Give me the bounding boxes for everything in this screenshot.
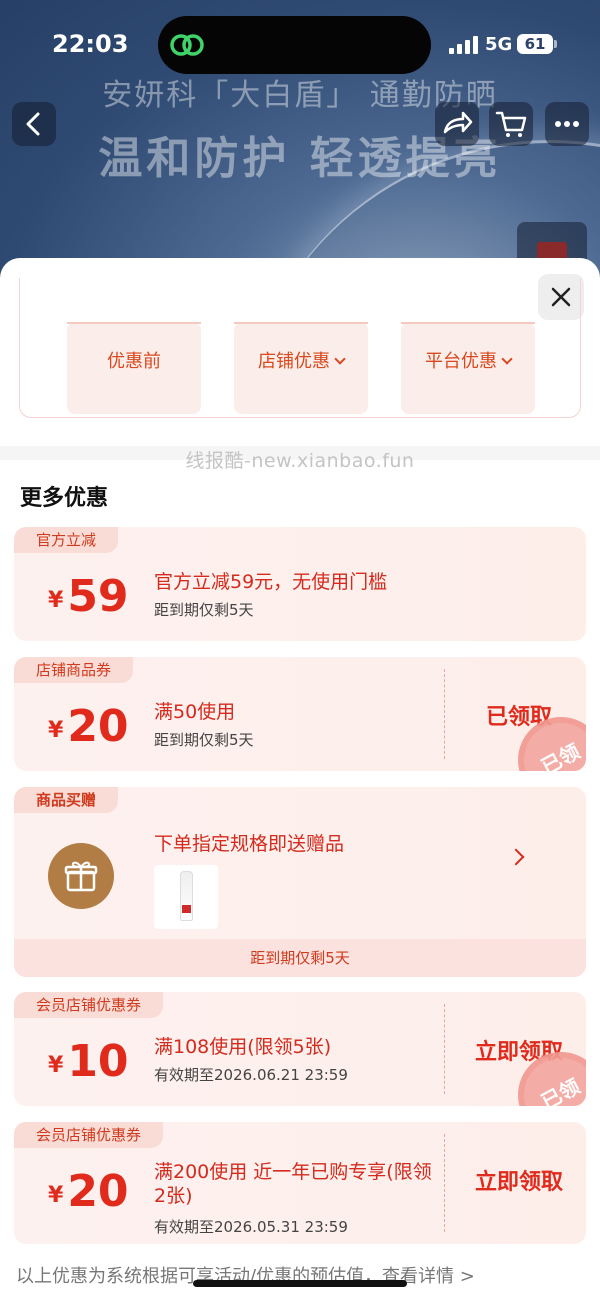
- coupon-tag: 会员店铺优惠券: [14, 992, 164, 1018]
- calc-cell-platform-discount[interactable]: 平台优惠: [401, 322, 535, 414]
- coupon-expiry: 有效期至2026.05.31 23:59: [154, 1218, 348, 1236]
- coupon-card: 官方立减 ¥59 官方立减59元，无使用门槛 距到期仅剩5天: [14, 527, 586, 641]
- coupon-card: 会员店铺优惠券 ¥20 满200使用 近一年已购专享(限领2张) 有效期至202…: [14, 1122, 586, 1244]
- battery-icon: 61: [517, 34, 553, 54]
- claim-now-button[interactable]: 立即领取: [464, 1164, 574, 1196]
- gift-badge: [48, 843, 114, 909]
- signal-icon: [449, 36, 479, 54]
- status-bar: 22:03 5G 61: [0, 0, 600, 88]
- coupon-title: 官方立减59元，无使用门槛: [154, 571, 388, 593]
- share-button[interactable]: [435, 102, 479, 146]
- gift-promo-card[interactable]: 商品买赠 下单指定规格即送赠品 距到期仅剩5天: [14, 787, 586, 977]
- chevron-right-icon[interactable]: [507, 848, 525, 866]
- coupon-amount: ¥59: [48, 571, 129, 622]
- share-icon: [443, 111, 473, 134]
- status-time: 22:03: [52, 30, 129, 58]
- chevron-down-icon: [501, 353, 513, 365]
- coupon-expiry: 有效期至2026.06.21 23:59: [154, 1066, 348, 1084]
- coupon-card: 店铺商品券 ¥20 满50使用 距到期仅剩5天 已领取 已领: [14, 657, 586, 771]
- coupon-tag: 官方立减: [14, 527, 119, 553]
- coupon-amount: ¥20: [48, 701, 129, 752]
- network-type: 5G: [485, 34, 513, 55]
- coupon-card: 会员店铺优惠券 ¥10 满108使用(限领5张) 有效期至2026.06.21 …: [14, 992, 586, 1106]
- coupon-title: 满200使用 近一年已购专享(限领2张): [154, 1161, 432, 1207]
- discount-detail-sheet: 优惠前 店铺优惠 平台优惠 线报酷-new.xianbao.fun 更多优惠 官…: [0, 258, 600, 1300]
- price-calculation-box: 优惠前 店铺优惠 平台优惠: [19, 278, 581, 418]
- cart-button[interactable]: [489, 102, 533, 146]
- more-icon: [555, 121, 579, 127]
- coupon-expiry: 距到期仅剩5天: [154, 601, 254, 619]
- calc-cell-original-price[interactable]: 优惠前: [67, 322, 201, 414]
- gift-icon: [64, 861, 98, 892]
- chevron-left-icon: [26, 112, 40, 136]
- gift-expiry: 距到期仅剩5天: [14, 939, 586, 977]
- coupon-tag: 店铺商品券: [14, 657, 134, 683]
- gift-product-thumbnail: [154, 865, 218, 929]
- coupon-title: 满108使用(限领5张): [154, 1036, 332, 1058]
- coupon-amount: ¥10: [48, 1036, 129, 1087]
- coupon-title: 满50使用: [154, 701, 236, 723]
- coupon-expiry: 距到期仅剩5天: [154, 731, 254, 749]
- back-button[interactable]: [12, 102, 56, 146]
- gift-title: 下单指定规格即送赠品: [154, 833, 345, 855]
- coupon-tag: 商品买赠: [14, 787, 119, 813]
- coupon-amount: ¥20: [48, 1166, 129, 1217]
- cart-icon: [495, 111, 527, 137]
- more-discounts-title: 更多优惠: [20, 486, 109, 511]
- link-app-icon: [170, 34, 204, 56]
- coupon-tag: 会员店铺优惠券: [14, 1122, 164, 1148]
- home-indicator: [193, 1280, 407, 1287]
- calc-cell-store-discount[interactable]: 店铺优惠: [234, 322, 368, 414]
- more-button[interactable]: [545, 102, 589, 146]
- chevron-down-icon: [334, 353, 346, 365]
- watermark: 线报酷-new.xianbao.fun: [185, 450, 415, 472]
